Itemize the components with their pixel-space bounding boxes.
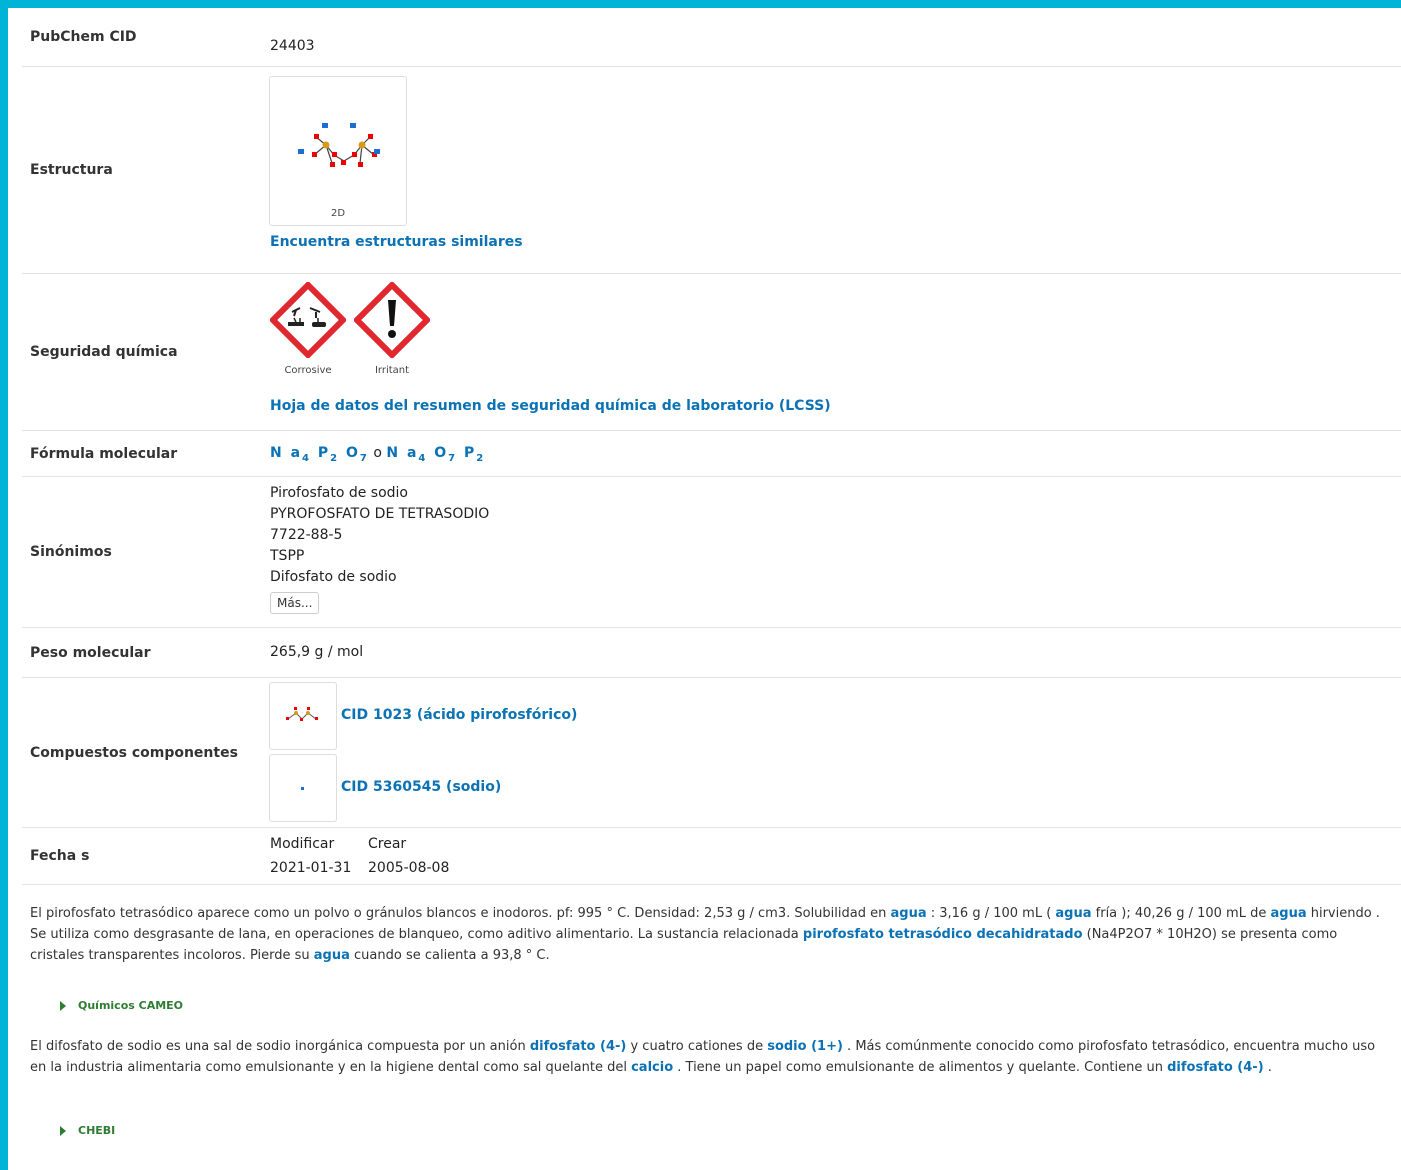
water-link[interactable]: agua [890, 906, 926, 921]
lcss-datasheet-link[interactable]: Hoja de datos del resumen de seguridad q… [270, 398, 831, 414]
source-label: Químicos CAMEO [78, 999, 184, 1012]
row-structure: Estructura 2D Encuentra estructuras simi… [22, 67, 1401, 274]
description-cameo: El pirofosfato tetrasódico aparece como … [30, 906, 1380, 963]
row-formula: Fórmula molecular N a4 P2 O7 o N a4 O7 P… [22, 431, 1401, 477]
cid-label: PubChem CID [30, 29, 137, 45]
modify-header: Modificar [270, 836, 335, 852]
formula-link-2[interactable]: N a4 O7 P2 [386, 445, 485, 464]
corrosive-icon [268, 280, 348, 360]
formula-or: o [373, 445, 382, 461]
source-toggle-cameo[interactable]: Químicos CAMEO [60, 999, 183, 1012]
pyrophosphoric-acid-icon [286, 707, 318, 721]
row-synonyms: Sinónimos Pirofosfato de sodio PYROFOSFA… [22, 477, 1401, 628]
component-link[interactable]: CID 1023 (ácido pirofosfórico) [341, 707, 577, 723]
formula-value: N a4 P2 O7 o N a4 O7 P2 [270, 445, 485, 464]
create-date: 2005-08-08 [368, 860, 450, 876]
components-label: Compuestos componentes [30, 744, 238, 761]
structure-2d-caption: 2D [330, 208, 346, 219]
molecule-2d-icon [298, 123, 380, 167]
component-thumbnail[interactable] [269, 682, 337, 750]
ghs-corrosive-pictogram[interactable] [268, 280, 348, 360]
structure-2d-thumbnail[interactable]: 2D [269, 76, 407, 226]
synonym-item: Difosfato de sodio [270, 569, 397, 585]
component-thumbnail[interactable] [269, 754, 337, 822]
sodium-atom-icon [301, 787, 304, 790]
weight-value: 265,9 g / mol [270, 644, 364, 660]
description-chebi: El difosfato de sodio es una sal de sodi… [30, 1039, 1376, 1075]
source-toggle-chebi[interactable]: CHEBI [60, 1124, 115, 1137]
diphosphate-link[interactable]: difosfato (4-) [1167, 1060, 1264, 1075]
row-dates: Fecha s Modificar Crear 2021-01-31 2005-… [22, 828, 1401, 885]
more-synonyms-button[interactable]: Más... [270, 592, 320, 614]
water-link[interactable]: agua [1055, 906, 1091, 921]
create-header: Crear [368, 836, 407, 852]
water-link[interactable]: agua [1270, 906, 1306, 921]
sodium-link[interactable]: sodio (1+) [767, 1039, 843, 1054]
irritant-caption: Irritant [374, 365, 410, 376]
expand-triangle-icon [60, 1000, 66, 1011]
synonym-item: PYROFOSFATO DE TETRASODIO [270, 506, 490, 522]
row-safety: Seguridad química Corrosive Irritant Hoj… [22, 274, 1401, 431]
diphosphate-link[interactable]: difosfato (4-) [530, 1039, 627, 1054]
ghs-irritant-pictogram[interactable] [352, 280, 432, 360]
irritant-icon [352, 280, 432, 360]
cid-value: 24403 [270, 38, 315, 54]
row-components: Compuestos componentes CID 1023 (ácido p… [22, 678, 1401, 828]
component-link[interactable]: CID 5360545 (sodio) [341, 779, 501, 795]
synonym-item: Pirofosfato de sodio [270, 485, 408, 501]
find-similar-structures-link[interactable]: Encuentra estructuras similares [270, 234, 523, 250]
row-weight: Peso molecular 265,9 g / mol [22, 628, 1401, 678]
water-link[interactable]: agua [314, 948, 350, 963]
formula-label: Fórmula molecular [30, 445, 178, 462]
safety-label: Seguridad química [30, 344, 178, 360]
weight-label: Peso molecular [30, 644, 151, 661]
row-cid: PubChem CID 24403 [22, 8, 1401, 67]
synonym-item: 7722-88-5 [270, 527, 343, 543]
modify-date: 2021-01-31 [270, 860, 352, 876]
synonym-item: TSPP [270, 548, 305, 564]
expand-triangle-icon [60, 1125, 66, 1136]
dates-label: Fecha s [30, 848, 90, 864]
compound-summary: PubChem CID 24403 Estructura 2D Encuentr… [22, 8, 1401, 1137]
synonyms-label: Sinónimos [30, 544, 112, 560]
calcium-link[interactable]: calcio [631, 1060, 673, 1075]
corrosive-caption: Corrosive [284, 365, 332, 376]
decahydrate-link[interactable]: pirofosfato tetrasódico decahidratado [803, 927, 1083, 942]
formula-link-1[interactable]: N a4 P2 O7 [270, 445, 369, 464]
source-label: CHEBI [78, 1124, 116, 1137]
structure-label: Estructura [30, 162, 113, 178]
synonyms-list: Pirofosfato de sodio PYROFOSFATO DE TETR… [270, 483, 489, 614]
